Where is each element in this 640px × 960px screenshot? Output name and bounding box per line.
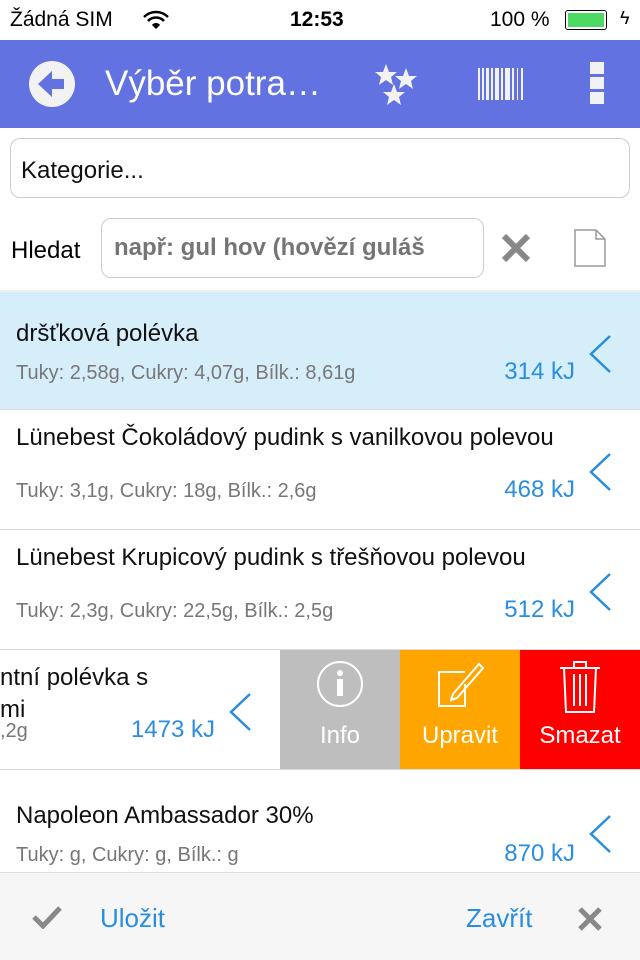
list-item[interactable]: Lünebest Krupicový pudink s třešňovou po…	[0, 530, 640, 650]
search-label: Hledat	[11, 237, 81, 264]
more-vertical-icon[interactable]	[590, 62, 604, 104]
save-button[interactable]: Uložit	[100, 903, 165, 934]
carrier: Žádná SIM	[10, 8, 113, 31]
item-nutrition: Tuky: g, Cukry: g, Bílk.: g	[16, 844, 239, 866]
item-title: ntní polévka s mi	[0, 664, 149, 723]
page-title: Výběr potra…	[105, 64, 321, 103]
item-energy: 468 kJ	[504, 476, 575, 503]
info-button[interactable]: Info	[280, 650, 400, 769]
category-select[interactable]: Kategorie...	[10, 138, 630, 198]
stars-icon[interactable]	[374, 62, 420, 108]
clock: 12:53	[290, 8, 344, 31]
status-bar: Žádná SIM 12:53 100 % ϟ	[0, 0, 640, 40]
item-nutrition: Tuky: 3,1g, Cukry: 18g, Bílk.: 2,6g	[16, 480, 317, 502]
back-arrow-icon[interactable]	[28, 60, 76, 108]
close-button[interactable]: Zavřít	[466, 903, 532, 934]
checkmark-icon[interactable]	[32, 905, 62, 929]
trash-icon	[560, 661, 600, 713]
edit-icon	[438, 662, 485, 707]
clear-search-icon[interactable]	[500, 232, 532, 264]
document-icon[interactable]	[574, 229, 606, 267]
list-item-swiped[interactable]: ntní polévka s mi ,2g 1473 kJ Info Upravi…	[0, 650, 640, 770]
item-energy: 512 kJ	[504, 596, 575, 623]
item-title: Napoleon Ambassador 30%	[16, 802, 314, 829]
list-item[interactable]: Napoleon Ambassador 30% Tuky: g, Cukry: …	[0, 770, 640, 872]
battery-icon	[565, 10, 607, 30]
chevron-left-icon[interactable]	[588, 814, 612, 854]
item-energy: 870 kJ	[504, 840, 575, 867]
bottom-toolbar: Uložit Zavřít	[0, 872, 640, 960]
chevron-left-icon[interactable]	[588, 452, 612, 492]
item-nutrition: Tuky: 2,58g, Cukry: 4,07g, Bílk.: 8,61g	[16, 362, 356, 384]
barcode-icon[interactable]	[478, 68, 526, 100]
item-title: Lünebest Čokoládový pudink s vanilkovou …	[16, 424, 554, 451]
item-title: Lünebest Krupicový pudink s třešňovou po…	[16, 544, 526, 571]
item-nutrition: Tuky: 2,3g, Cukry: 22,5g, Bílk.: 2,5g	[16, 600, 334, 622]
charging-icon: ϟ	[620, 8, 630, 28]
info-icon	[317, 661, 363, 707]
search-input[interactable]	[101, 218, 484, 278]
edit-button[interactable]: Upravit	[400, 650, 520, 769]
item-title: dršťková polévka	[16, 320, 199, 347]
item-energy: 1473 kJ	[130, 716, 215, 743]
list-item[interactable]: dršťková polévka Tuky: 2,58g, Cukry: 4,0…	[0, 292, 640, 410]
battery-percent: 100 %	[490, 8, 550, 31]
delete-button[interactable]: Smazat	[520, 650, 640, 769]
chevron-left-icon[interactable]	[228, 692, 252, 732]
list-item[interactable]: Lünebest Čokoládový pudink s vanilkovou …	[0, 410, 640, 530]
chevron-left-icon[interactable]	[588, 572, 612, 612]
item-nutrition: ,2g	[0, 720, 28, 742]
nav-bar: Výběr potra…	[0, 40, 640, 128]
close-icon[interactable]	[577, 906, 603, 932]
chevron-left-icon[interactable]	[588, 334, 612, 374]
wifi-icon	[143, 10, 169, 29]
item-energy: 314 kJ	[504, 358, 575, 385]
